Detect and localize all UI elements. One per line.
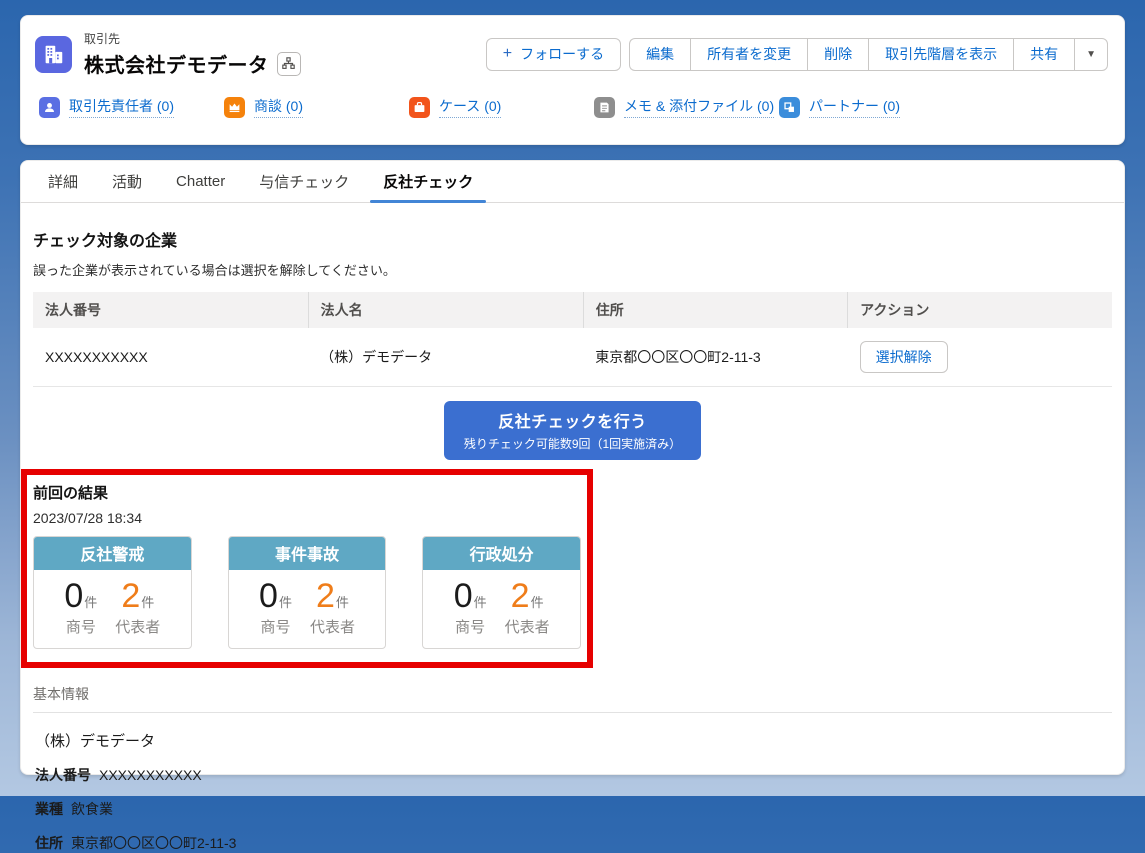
case-icon xyxy=(409,96,430,118)
divider xyxy=(33,711,1112,713)
run-antisocial-check-button[interactable]: 反社チェックを行う 残りチェック可能数9回（1回実施済み） xyxy=(443,401,702,460)
related-link-contacts[interactable]: 取引先責任者 (0) xyxy=(39,96,224,118)
partner-icon xyxy=(779,96,800,118)
check-target-heading: チェック対象の企業 xyxy=(33,233,178,250)
follow-button-label: フォローする xyxy=(520,46,605,62)
basic-info-company-name: （株）デモデータ xyxy=(35,732,156,750)
related-link-label: 取引先責任者 (0) xyxy=(69,96,174,118)
check-target-description: 誤った企業が表示されている場合は選択を解除してください。 xyxy=(33,263,396,278)
note-icon xyxy=(594,96,615,118)
tab-credit-check[interactable]: 与信チェック xyxy=(242,161,366,202)
chevron-down-icon: ▼ xyxy=(1086,48,1096,60)
column-header-corporate-number: 法人番号 xyxy=(33,292,309,328)
column-header-corporate-name: 法人名 xyxy=(308,292,584,328)
tab-chatter[interactable]: Chatter xyxy=(159,161,242,202)
related-link-label: パートナー (0) xyxy=(809,96,900,118)
edit-button[interactable]: 編集 xyxy=(629,37,691,71)
plus-icon: + xyxy=(502,45,513,62)
result-card-administrative-action: 行政処分 0件 商号 2件 代表者 xyxy=(422,536,582,649)
cell-corporate-number: XXXXXXXXXXX xyxy=(33,328,309,387)
run-button-title: 反社チェックを行う xyxy=(498,414,647,431)
tab-details[interactable]: 詳細 xyxy=(31,161,95,202)
result-cards-row: 反社警戒 0件 商号 2件 代表者 事件事故 0件 商号 2件 代表者 行政処分… xyxy=(33,536,582,649)
account-header-card: 取引先 株式会社デモデータ + フォローする 編集 所有者を変更 削除 取引先階… xyxy=(20,15,1125,145)
related-link-label: メモ & 添付ファイル (0) xyxy=(624,96,775,118)
deselect-button[interactable]: 選択解除 xyxy=(859,341,948,373)
basic-info-heading: 基本情報 xyxy=(33,685,89,702)
stat-representative: 2件 代表者 xyxy=(504,577,550,636)
cell-address: 東京都〇〇区〇〇町2-11-3 xyxy=(583,328,848,387)
column-header-action: アクション xyxy=(847,292,1112,328)
table-row: XXXXXXXXXXX （株）デモデータ 東京都〇〇区〇〇町2-11-3 選択解… xyxy=(33,328,1112,387)
previous-result-heading: 前回の結果 xyxy=(33,485,109,502)
record-action-button-group: 編集 所有者を変更 削除 取引先階層を表示 共有 ▼ xyxy=(629,37,1108,71)
stat-trade-name: 0件 商号 xyxy=(259,577,292,636)
more-actions-button[interactable]: ▼ xyxy=(1074,37,1108,71)
opportunity-icon xyxy=(224,96,245,118)
stat-trade-name: 0件 商号 xyxy=(453,577,487,636)
result-card-incident-accident: 事件事故 0件 商号 2件 代表者 xyxy=(227,536,387,649)
show-hierarchy-button[interactable]: 取引先階層を表示 xyxy=(868,37,1014,71)
related-lists-row: 取引先責任者 (0) 商談 (0) ケース (0) メモ & 添付ファイル (0… xyxy=(35,96,1108,118)
tab-bar: 詳細 活動 Chatter 与信チェック 反社チェック xyxy=(21,161,1124,203)
stat-representative: 2件 代表者 xyxy=(115,577,161,636)
related-link-label: 商談 (0) xyxy=(254,96,303,118)
change-owner-button[interactable]: 所有者を変更 xyxy=(690,37,808,71)
run-button-remaining-count: 残りチェック可能数9回（1回実施済み） xyxy=(463,437,682,451)
hierarchy-button[interactable] xyxy=(276,51,301,76)
result-card-title: 事件事故 xyxy=(228,537,386,570)
related-link-notes-attachments[interactable]: メモ & 添付ファイル (0) xyxy=(594,96,779,118)
basic-info-corporate-number: 法人番号 XXXXXXXXXXX xyxy=(35,766,202,783)
stat-trade-name: 0件 商号 xyxy=(64,577,98,636)
share-button[interactable]: 共有 xyxy=(1013,37,1075,71)
related-link-label: ケース (0) xyxy=(439,96,502,118)
related-link-partners[interactable]: パートナー (0) xyxy=(779,96,900,118)
result-card-title: 反社警戒 xyxy=(34,537,191,570)
previous-result-highlight-box: 前回の結果 2023/07/28 18:34 反社警戒 0件 商号 2件 代表者 xyxy=(21,469,593,668)
building-icon-glyph xyxy=(45,45,63,63)
previous-result-timestamp: 2023/07/28 18:34 xyxy=(33,510,142,526)
cell-corporate-name: （株）デモデータ xyxy=(308,328,584,387)
column-header-address: 住所 xyxy=(583,292,849,328)
account-building-icon xyxy=(35,35,72,73)
basic-info-industry: 業種 飲食業 xyxy=(35,800,113,817)
basic-info-address: 住所 東京都〇〇区〇〇町2-11-3 xyxy=(35,834,237,851)
tab-antisocial-check[interactable]: 反社チェック xyxy=(366,161,490,203)
related-link-cases[interactable]: ケース (0) xyxy=(409,96,594,118)
result-card-antisocial-alert: 反社警戒 0件 商号 2件 代表者 xyxy=(33,536,192,649)
tab-activity[interactable]: 活動 xyxy=(95,161,159,202)
record-detail-card: 詳細 活動 Chatter 与信チェック 反社チェック チェック対象の企業 誤っ… xyxy=(20,160,1125,851)
stat-representative: 2件 代表者 xyxy=(309,577,355,636)
related-link-opportunities[interactable]: 商談 (0) xyxy=(224,96,409,118)
delete-button[interactable]: 削除 xyxy=(807,37,869,71)
hierarchy-icon xyxy=(282,57,295,69)
check-target-table: 法人番号 法人名 住所 アクション XXXXXXXXXXX （株）デモデータ 東… xyxy=(33,292,1112,387)
contact-icon xyxy=(39,96,60,118)
result-card-title: 行政処分 xyxy=(423,537,581,570)
follow-button[interactable]: + フォローする xyxy=(485,37,622,71)
object-type-label: 取引先 xyxy=(84,32,121,46)
page-title: 株式会社デモデータ xyxy=(84,55,269,77)
